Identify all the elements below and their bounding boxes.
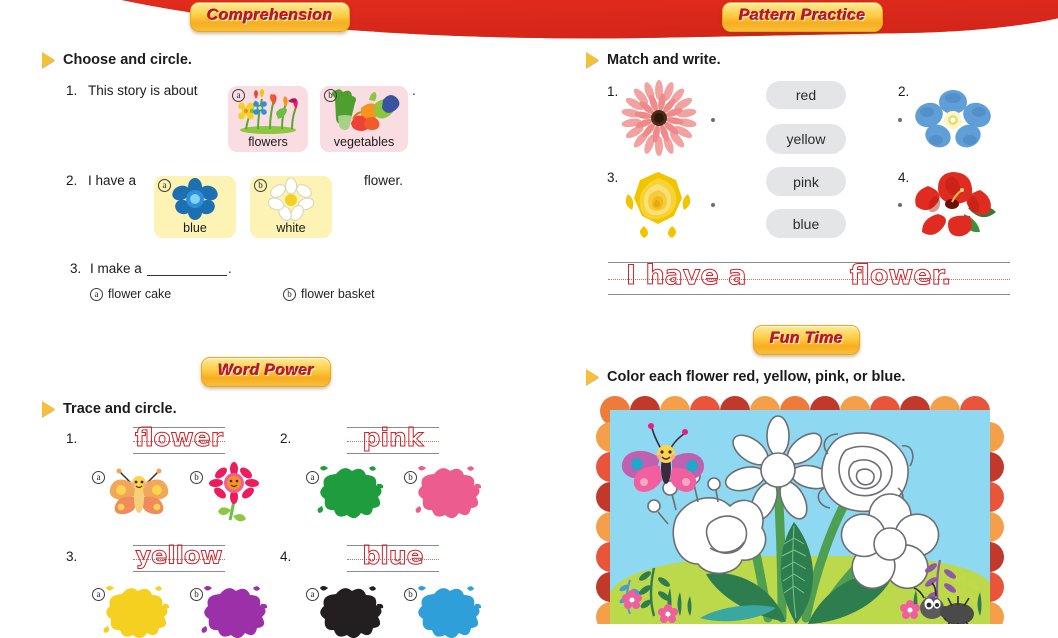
option-label-c3-a: flower cake	[108, 287, 172, 301]
instruction-text: Match and write.	[607, 52, 721, 68]
choice-card-c1-b[interactable]: b vegetables	[320, 86, 408, 152]
option-mark-c1-b: b	[324, 89, 337, 102]
arrow-bullet-icon	[42, 52, 55, 68]
question-text-c3: I make a	[90, 261, 142, 276]
trace-line-wp-4[interactable]: blue	[347, 540, 439, 572]
word-power-number-3: 3.	[66, 549, 78, 564]
arrow-bullet-icon	[586, 369, 599, 385]
word-bank-pill-yellow[interactable]: yellow	[766, 124, 846, 154]
ant-icon	[913, 582, 974, 624]
choice-caption-c2-a: blue	[183, 221, 207, 235]
section-badge-word-power: Word Power	[201, 357, 332, 387]
coloring-picture-flowers[interactable]	[596, 396, 1004, 624]
instruction-match-and-write: Match and write.	[586, 52, 721, 68]
trace-line-wp-3[interactable]: yellow	[133, 541, 225, 572]
rule-bottom	[347, 571, 439, 572]
pink-gerbera-icon[interactable]	[621, 80, 697, 156]
match-number-2: 2.	[898, 84, 910, 99]
trace-line-wp-1[interactable]: flower	[133, 422, 225, 454]
purple-splat-icon[interactable]	[198, 582, 268, 638]
word-power-number-1: 1.	[66, 431, 78, 446]
rule-bottom	[347, 453, 439, 454]
choice-card-c2-b[interactable]: b white	[250, 176, 332, 238]
option-c3-b[interactable]: b flower basket	[283, 287, 375, 301]
option-c3-a[interactable]: a flower cake	[90, 287, 171, 301]
yellow-splat-icon[interactable]	[100, 582, 170, 638]
match-dot-1[interactable]	[711, 118, 715, 122]
trace-word-wp-1: flower	[134, 422, 224, 452]
option-mark-c2-b: b	[254, 179, 267, 192]
arrow-bullet-icon	[586, 52, 599, 68]
section-badge-comprehension: Comprehension	[190, 2, 350, 32]
word-bank-pill-red[interactable]: red	[766, 81, 846, 109]
choice-caption-c2-b: white	[276, 221, 306, 235]
question-tail-c2: flower.	[364, 173, 404, 188]
match-dot-2[interactable]	[898, 118, 902, 122]
question-text-c2: I have a	[88, 173, 137, 188]
instruction-text: Color each flower red, yellow, pink, or …	[607, 369, 906, 385]
trace-word-wp-4: blue	[362, 540, 424, 570]
question-period-c3: .	[228, 261, 232, 276]
top-red-banner	[0, 0, 1058, 52]
option-mark-wp1-b: b	[190, 471, 203, 484]
banner-gradient	[0, 0, 1058, 52]
choice-card-c2-a[interactable]: a blue	[154, 176, 236, 238]
rule-bottom	[133, 571, 225, 572]
instruction-text: Trace and circle.	[63, 401, 177, 417]
match-number-1: 1.	[607, 84, 619, 99]
rule-bottom	[608, 294, 1010, 295]
choice-caption-c1-b: vegetables	[333, 135, 395, 149]
pink-daisy-icon[interactable]	[206, 462, 262, 522]
word-bank-pill-pink[interactable]: pink	[766, 167, 846, 196]
match-dot-4[interactable]	[898, 203, 902, 207]
blue-forget-me-not-icon[interactable]	[912, 88, 994, 150]
question-number-c1: 1.	[66, 83, 78, 98]
red-hibiscus-icon[interactable]	[908, 168, 1000, 237]
black-splat-icon[interactable]	[314, 582, 384, 638]
option-mark-c3-b: b	[283, 287, 296, 301]
butterfly-decor-icon	[621, 423, 704, 492]
match-number-3: 3.	[607, 170, 619, 185]
instruction-color-each-flower: Color each flower red, yellow, pink, or …	[586, 369, 905, 385]
choice-card-c1-a[interactable]: a flowers	[228, 86, 308, 152]
write-line-pattern-practice[interactable]: I have a flower.	[608, 259, 1010, 295]
yellow-rose-icon[interactable]	[620, 170, 696, 240]
option-mark-c3-a: a	[90, 287, 103, 301]
option-mark-c2-a: a	[158, 179, 171, 192]
rule-bottom	[133, 453, 225, 454]
arrow-bullet-icon	[42, 401, 55, 417]
instruction-text: Choose and circle.	[63, 52, 192, 68]
word-power-number-2: 2.	[280, 431, 292, 446]
green-splat-icon[interactable]	[314, 462, 384, 519]
option-mark-c1-a: a	[232, 89, 245, 102]
pink-splat-icon[interactable]	[412, 462, 482, 519]
blue-splat-icon[interactable]	[412, 582, 482, 638]
trace-line-wp-2[interactable]: pink	[347, 422, 439, 454]
word-bank-pill-blue[interactable]: blue	[766, 209, 846, 238]
instruction-choose-and-circle: Choose and circle.	[42, 52, 192, 68]
trace-word-wp-3: yellow	[135, 541, 223, 570]
option-mark-wp1-a: a	[92, 471, 105, 484]
word-power-number-4: 4.	[280, 549, 292, 564]
butterfly-icon[interactable]	[108, 466, 170, 516]
coloring-scene	[610, 410, 990, 624]
section-badge-fun-time: Fun Time	[753, 325, 861, 355]
option-label-c3-b: flower basket	[301, 287, 375, 301]
question-period-c1: .	[412, 83, 416, 98]
question-number-c2: 2.	[66, 173, 78, 188]
question-text-c1: This story is about	[88, 83, 198, 98]
instruction-trace-and-circle: Trace and circle.	[42, 401, 177, 417]
write-line-trace-text: I have a flower.	[626, 259, 952, 291]
answer-blank-c3[interactable]	[147, 275, 227, 276]
choice-caption-c1-a: flowers	[248, 135, 288, 149]
trace-word-wp-2: pink	[362, 422, 424, 452]
section-badge-pattern-practice: Pattern Practice	[722, 2, 883, 32]
question-number-c3: 3.	[70, 261, 82, 276]
match-dot-3[interactable]	[711, 203, 715, 207]
